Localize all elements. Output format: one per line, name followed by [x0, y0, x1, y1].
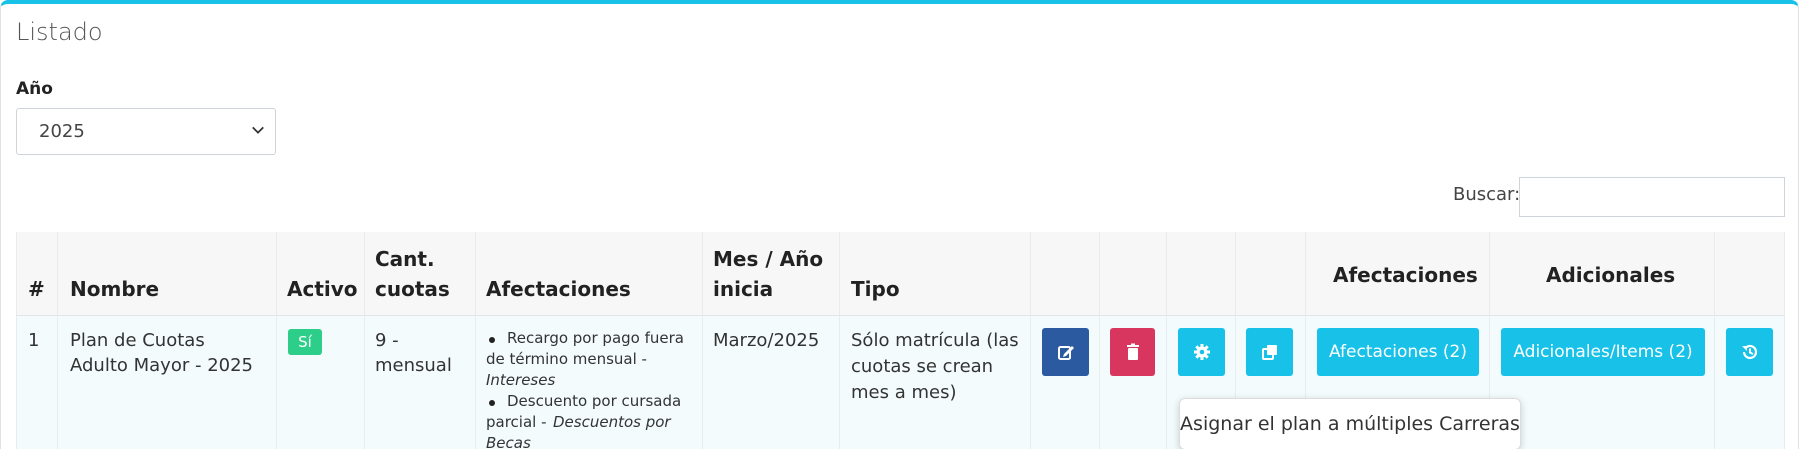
edit-button[interactable] [1042, 328, 1089, 376]
copy-button[interactable] [1246, 328, 1293, 376]
cell-num: 1 [28, 330, 40, 351]
listado-card: Listado Año 2025 Buscar: # Nombre Activo… [0, 0, 1799, 449]
chevron-down-icon [252, 126, 264, 134]
status-badge: Sí [288, 329, 322, 355]
header-afectaciones-btn: Afectaciones [1333, 263, 1478, 287]
search-label: Buscar: [1453, 184, 1521, 205]
col-divider [57, 232, 58, 449]
header-nombre[interactable]: Nombre [70, 274, 159, 304]
afectacion-2-category-2: Becas [486, 434, 531, 449]
col-divider [839, 232, 840, 449]
afectacion-2-line1: Descuento por cursada [507, 392, 682, 410]
afectacion-1-line1: Recargo por pago fuera [507, 329, 684, 347]
cell-nombre-1: Plan de Cuotas [70, 330, 205, 351]
trash-icon [1126, 343, 1139, 360]
header-afectaciones[interactable]: Afectaciones [486, 274, 631, 304]
col-divider [276, 232, 277, 449]
col-divider [1099, 232, 1100, 449]
cell-nombre-2: Adulto Mayor - 2025 [70, 355, 253, 376]
col-divider [364, 232, 365, 449]
cell-cuotas-1: 9 - [375, 330, 399, 351]
col-divider [475, 232, 476, 449]
afectacion-1-category: Intereses [486, 371, 556, 389]
card-title: Listado [16, 18, 103, 46]
table-header [16, 232, 1785, 315]
col-divider [1714, 232, 1715, 449]
col-divider [1784, 232, 1785, 449]
cell-mes: Marzo/2025 [713, 330, 820, 351]
delete-button[interactable] [1110, 328, 1155, 376]
bullet-icon [489, 400, 495, 406]
header-tipo[interactable]: Tipo [851, 274, 900, 304]
edit-icon [1057, 346, 1074, 360]
cell-cuotas-2: mensual [375, 355, 452, 376]
col-divider [702, 232, 703, 449]
header-cant-cuotas-2[interactable]: cuotas [375, 274, 450, 304]
col-divider [16, 232, 17, 449]
col-divider [1166, 232, 1167, 449]
year-select[interactable]: 2025 [16, 108, 276, 155]
copy-icon [1261, 345, 1277, 360]
year-label: Año [16, 79, 53, 99]
tooltip: Asignar el plan a múltiples Carreras [1179, 398, 1521, 449]
cell-tipo-1: Sólo matrícula (las [851, 330, 1019, 351]
bullet-icon [489, 337, 495, 343]
header-adicionales-btn: Adicionales [1546, 263, 1676, 287]
afectacion-2-line2: parcial - [486, 413, 547, 431]
cell-tipo-3: mes a mes) [851, 382, 957, 403]
cell-tipo-2: cuotas se crean [851, 356, 994, 377]
header-num[interactable]: # [28, 274, 45, 304]
header-divider [16, 315, 1785, 316]
history-icon [1741, 344, 1757, 360]
history-button[interactable] [1726, 328, 1773, 376]
header-mes-inicia-2[interactable]: inicia [713, 274, 773, 304]
config-button[interactable] [1178, 328, 1225, 376]
afectaciones-button[interactable]: Afectaciones (2) [1317, 328, 1479, 376]
adicionales-button[interactable]: Adicionales/Items (2) [1501, 328, 1705, 376]
header-cant-cuotas-1[interactable]: Cant. [375, 244, 435, 274]
year-select-value: 2025 [39, 121, 85, 142]
header-mes-inicia-1[interactable]: Mes / Año [713, 244, 823, 274]
gear-icon [1193, 344, 1210, 360]
afectacion-2-category: Descuentos por [553, 413, 671, 431]
afectacion-1-line2: de término mensual - [486, 350, 647, 368]
search-input[interactable] [1519, 177, 1785, 217]
col-divider [1030, 232, 1031, 449]
header-activo[interactable]: Activo [287, 274, 358, 304]
